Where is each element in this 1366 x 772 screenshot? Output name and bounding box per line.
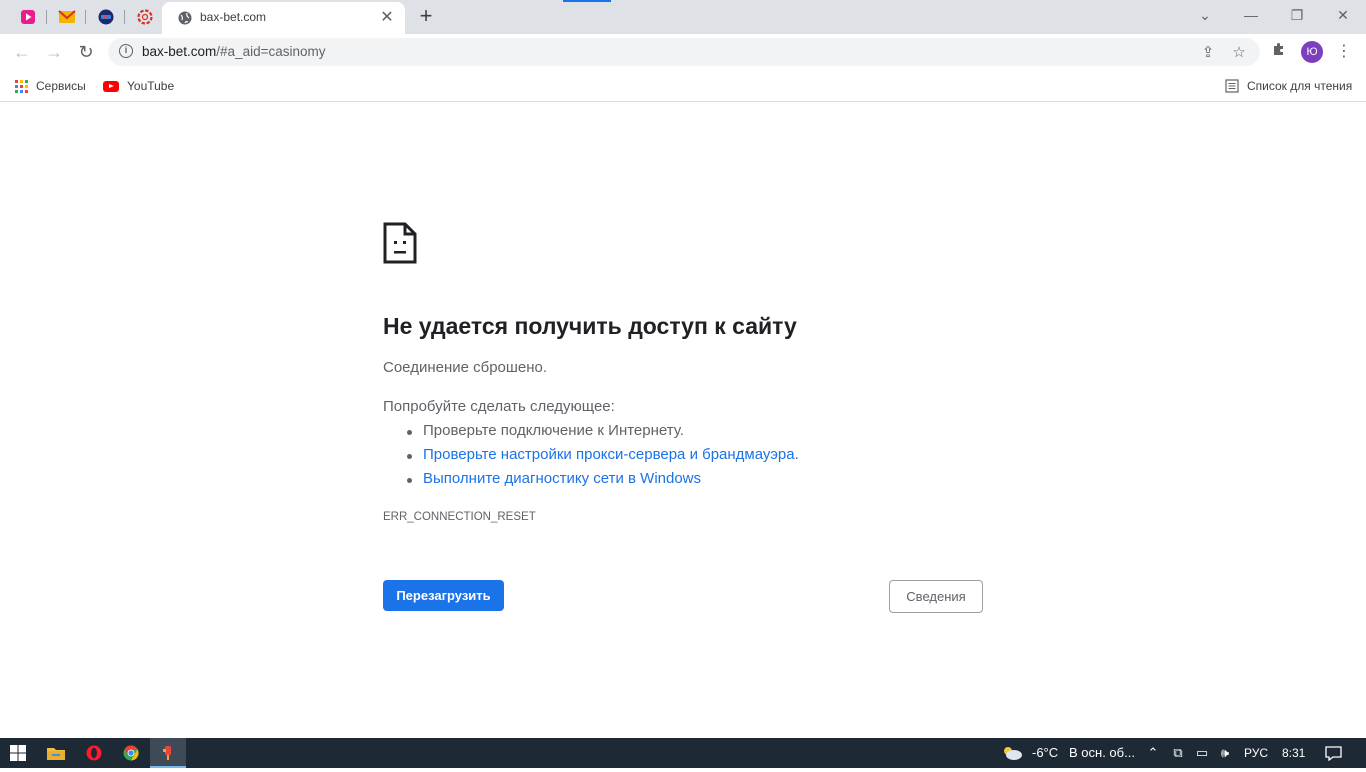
weather-cloud-icon[interactable] [1000,738,1024,768]
opera-icon [86,745,102,761]
tab-strip: bax-bet.com ✕ + ⌄ — ❐ ✕ [0,0,1366,34]
profile-avatar[interactable]: Ю [1301,41,1323,63]
reading-list-label: Список для чтения [1247,79,1353,93]
youtube-icon [103,80,119,92]
error-page: Не удается получить доступ к сайту Соеди… [0,103,1366,738]
reload-button[interactable]: Перезагрузить [383,580,504,611]
forward-arrow-icon[interactable]: → [42,40,66,64]
notifications-icon[interactable] [1322,738,1344,768]
show-hidden-icons-chevron-icon[interactable]: ⌃ [1144,738,1162,768]
meet-now-icon[interactable]: ⧉ [1169,738,1187,768]
tab-active[interactable]: bax-bet.com ✕ [162,2,405,34]
bookmark-youtube[interactable]: YouTube [103,76,174,96]
weather-description[interactable]: В осн. об... [1069,738,1135,768]
sad-page-icon [383,222,417,264]
url-host: bax-bet.com [142,44,217,59]
suggestion-check-connection: Проверьте подключение к Интернету. [407,422,799,446]
url-path: /#a_aid=casinomy [216,44,326,59]
error-code: ERR_CONNECTION_RESET [383,511,536,523]
share-icon[interactable]: ⇪ [1198,43,1218,63]
restore-button[interactable]: ❐ [1277,2,1317,28]
window-drag-indicator [563,0,611,2]
bookmark-star-icon[interactable]: ☆ [1229,43,1249,63]
extensions-puzzle-icon[interactable] [1268,41,1290,63]
reload-icon[interactable]: ↻ [74,40,98,64]
taskbar-chrome[interactable] [113,738,149,768]
tab-search-chevron-icon[interactable]: ⌄ [1185,2,1225,28]
bookmarks-bar: Сервисы YouTube Список для чтения [0,70,1366,102]
volume-icon[interactable]: 🕪 [1215,738,1235,768]
pinned-tab-1[interactable] [9,5,47,29]
page-title: Не удается получить доступ к сайту [383,313,797,339]
toolbar: ← → ↻ i bax-bet.com/#a_aid=casinomy ⇪ ☆ … [0,34,1366,70]
close-window-button[interactable]: ✕ [1323,2,1363,28]
site-logo-icon [98,9,114,25]
lifebuoy-icon [137,9,153,25]
new-tab-button[interactable]: + [414,4,438,28]
bookmark-services[interactable]: Сервисы [15,76,86,96]
taskbar-file-explorer[interactable] [38,738,74,768]
globe-icon [178,11,192,25]
taskbar-active-app[interactable] [150,738,186,768]
minimize-button[interactable]: — [1231,2,1271,28]
pinned-tab-2[interactable] [48,5,86,29]
windows-logo-icon [10,745,26,761]
windows-taskbar: -6°C В осн. об... ⌃ ⧉ ▭ 🕪 РУС 8:31 [0,738,1366,768]
bookmark-services-label: Сервисы [36,79,86,93]
pin-app-icon [163,746,171,760]
taskbar-opera[interactable] [76,738,112,768]
error-summary: Соединение сброшено. [383,359,548,376]
start-button[interactable] [0,738,36,768]
language-indicator[interactable]: РУС [1244,738,1268,768]
details-button[interactable]: Сведения [889,580,983,613]
suggestions-list: Проверьте подключение к Интернету. Прове… [407,422,799,494]
menu-kebab-icon[interactable]: ⋮ [1333,41,1355,63]
url-text[interactable]: bax-bet.com/#a_aid=casinomy [142,44,326,59]
pinned-tab-3[interactable] [87,5,125,29]
back-arrow-icon[interactable]: ← [10,40,34,64]
mail-icon [58,10,76,23]
folder-icon [47,748,65,760]
bookmark-youtube-label: YouTube [127,79,175,93]
site-info-icon[interactable]: i [119,44,133,58]
reading-list-button[interactable]: Список для чтения [1225,76,1352,96]
tab-close-icon[interactable]: ✕ [377,8,397,28]
pinned-tab-4[interactable] [126,5,164,29]
network-icon[interactable]: ▭ [1192,738,1212,768]
suggestion-period: . [794,446,799,463]
tab-title: bax-bet.com [200,10,267,24]
clock-time[interactable]: 8:31 [1282,738,1305,768]
weather-temperature[interactable]: -6°C [1032,738,1058,768]
suggestion-proxy-firewall[interactable]: Проверьте настройки прокси-сервера и бра… [407,446,799,470]
chrome-icon [123,745,139,761]
reading-list-icon [1225,79,1239,93]
suggestions-title: Попробуйте сделать следующее: [383,398,615,415]
play-app-icon [21,10,35,24]
suggestion-network-diagnostics[interactable]: Выполните диагностику сети в Windows [407,470,799,494]
apps-grid-icon [15,79,28,93]
address-bar[interactable]: i bax-bet.com/#a_aid=casinomy ⇪ ☆ [108,38,1260,66]
suggestion-proxy-link[interactable]: Проверьте настройки прокси-сервера и бра… [423,446,795,463]
